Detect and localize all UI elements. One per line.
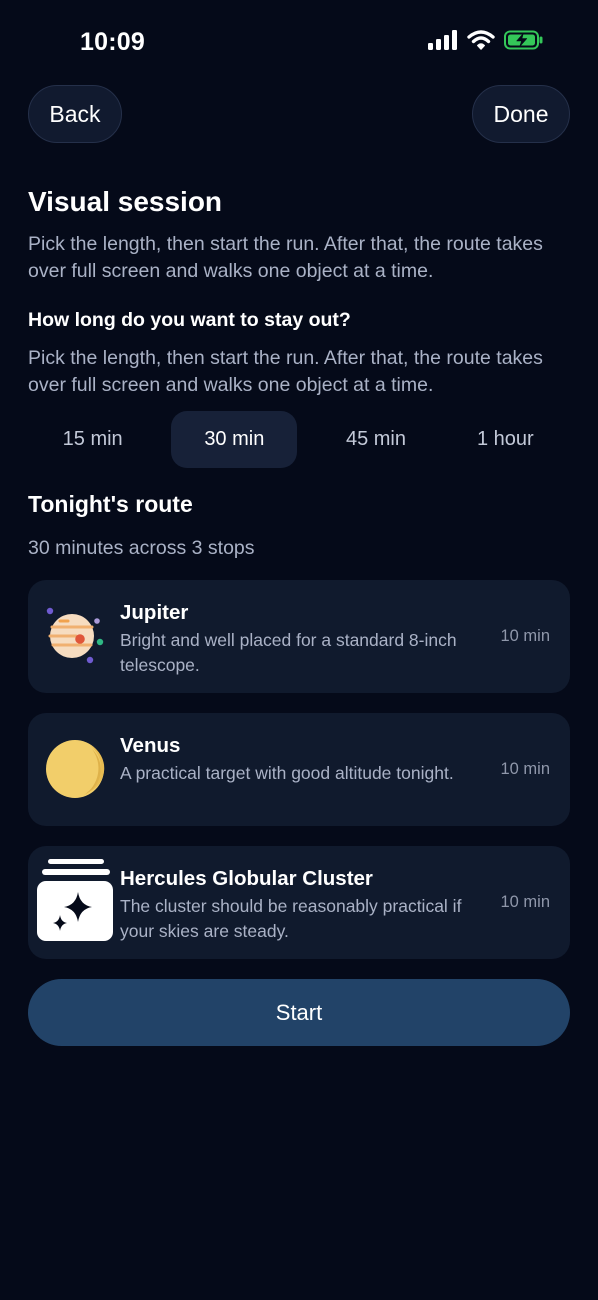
stop-name: Hercules Globular Cluster	[120, 867, 373, 890]
stop-duration: 10 min	[500, 893, 550, 911]
stop-description: A practical target with good altitude to…	[120, 763, 454, 783]
stop-description: The cluster should be reasonably practic…	[120, 896, 462, 941]
duration-option-15-min[interactable]: 15 min	[28, 411, 157, 468]
jupiter-icon	[40, 598, 116, 674]
route-stop-venus[interactable]: Venus A practical target with good altit…	[28, 713, 570, 826]
visual-session-screen: 10:09 Back Done Visual session Pick the …	[0, 0, 598, 1300]
route-summary: 30 minutes across 3 stops	[28, 537, 255, 559]
status-icons	[428, 30, 544, 55]
done-button[interactable]: Done	[472, 85, 570, 143]
route-stop-jupiter[interactable]: Jupiter Bright and well placed for a sta…	[28, 580, 570, 693]
stop-duration: 10 min	[500, 627, 550, 645]
duration-selector: 15 min 30 min 45 min 1 hour	[28, 411, 570, 468]
duration-question: How long do you want to stay out?	[28, 309, 351, 331]
venus-icon	[40, 731, 116, 807]
route-stop-hercules-cluster[interactable]: Hercules Globular Cluster The cluster sh…	[28, 846, 570, 959]
start-button[interactable]: Start	[28, 979, 570, 1046]
stop-name: Jupiter	[120, 601, 189, 624]
duration-option-30-min[interactable]: 30 min	[171, 411, 298, 468]
stop-description: Bright and well placed for a standard 8-…	[120, 630, 457, 675]
duration-option-1-hour[interactable]: 1 hour	[441, 411, 570, 468]
stop-name: Venus	[120, 734, 181, 757]
wifi-icon	[467, 30, 495, 55]
route-title: Tonight's route	[28, 491, 193, 517]
battery-charging-icon	[504, 30, 544, 55]
page-title: Visual session	[28, 186, 223, 217]
stop-duration: 10 min	[500, 760, 550, 778]
session-description: Pick the length, then start the run. Aft…	[28, 233, 543, 282]
duration-option-45-min[interactable]: 45 min	[311, 411, 440, 468]
back-button[interactable]: Back	[28, 85, 122, 143]
cellular-signal-icon	[428, 30, 458, 55]
duration-question-description: Pick the length, then start the run. Aft…	[28, 347, 543, 396]
status-time: 10:09	[80, 28, 145, 56]
star-cluster-icon	[36, 856, 116, 946]
